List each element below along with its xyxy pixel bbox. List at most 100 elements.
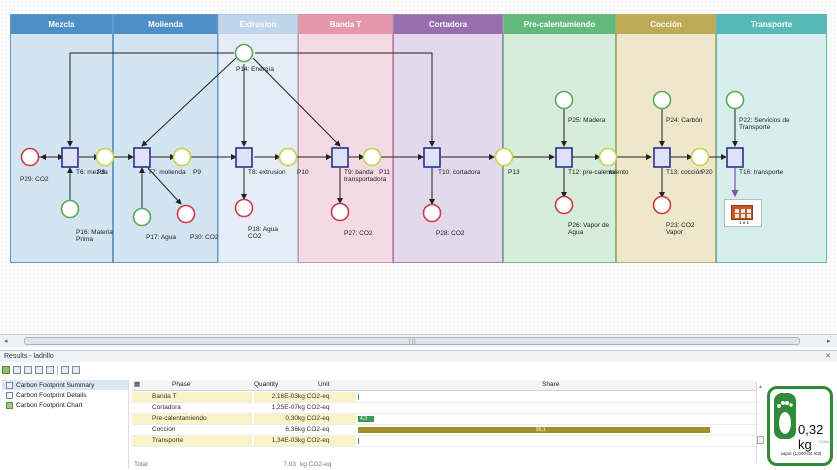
cell-phase: Pre-calentamiendo <box>132 414 252 424</box>
transition-t9[interactable] <box>331 147 349 168</box>
place-p27[interactable] <box>330 202 350 222</box>
place-p25[interactable] <box>554 90 574 110</box>
table-row[interactable]: Transporte 1,34E-03 kg CO2-eq <box>132 436 757 447</box>
label-p25: P25: Madera <box>568 117 606 124</box>
place-p11[interactable] <box>362 147 382 167</box>
scroll-right-icon[interactable]: ▸ <box>827 337 831 345</box>
share-label: 95,1 <box>535 427 546 433</box>
filter-icon[interactable] <box>46 366 54 374</box>
percent-icon[interactable] <box>61 366 69 374</box>
scroll-left-icon[interactable]: ◂ <box>4 337 8 345</box>
toolbar-divider <box>57 365 58 375</box>
cell-quantity: 0,30 <box>254 414 298 424</box>
label-p18: P18: Agua CO2 <box>248 226 278 241</box>
place-p8[interactable] <box>95 147 115 167</box>
close-icon[interactable]: ✕ <box>825 351 831 363</box>
place-p20[interactable] <box>690 147 710 167</box>
label-p8: P8 <box>97 169 105 176</box>
transition-t6[interactable] <box>61 147 79 168</box>
table-row[interactable]: Cortadora 1,25E-07 kg CO2-eq <box>132 403 757 414</box>
label-line: Vapor <box>666 229 683 237</box>
petri-net-graph[interactable] <box>0 0 837 335</box>
copy-icon[interactable] <box>13 366 21 374</box>
label-line: Agua <box>568 229 584 237</box>
carbon-footprint-badge: 0,32 kg CO2eq vapor (1,000-04 m3) <box>767 386 833 466</box>
share-bar: 4,3 <box>358 416 374 422</box>
label-t7: T7: molienda <box>148 169 186 176</box>
table-vertical-scrollbar[interactable]: ▲ <box>756 382 765 462</box>
place-p22[interactable] <box>725 90 745 110</box>
brick-label: 1 a 1 <box>739 220 750 225</box>
transition-t7[interactable] <box>133 147 151 168</box>
petri-net-canvas[interactable]: Mezcla Molienda Extrusion Banda T Cortadora P… <box>0 0 837 335</box>
table-row[interactable]: Cocción 6,36 kg CO2-eq 95,1 <box>132 425 757 436</box>
transition-t8[interactable] <box>235 147 253 168</box>
header-quantity[interactable]: Quantity <box>254 380 298 390</box>
cell-unit: kg CO2-eq <box>298 392 356 402</box>
scroll-up-icon[interactable]: ▲ <box>758 384 763 390</box>
label-p_overlap: miento <box>609 169 629 176</box>
tree-item-details[interactable]: Carbon Footprint Details <box>2 390 128 400</box>
cell-phase: Cortadora <box>152 404 181 411</box>
footprint-icon <box>774 393 796 439</box>
tree-item-chart[interactable]: Carbon Footprint Chart <box>2 400 128 410</box>
label-p16: P16: Materia Prima <box>76 229 113 244</box>
scrollbar-thumb[interactable]: ||| <box>24 337 800 345</box>
place-p23[interactable] <box>652 195 672 215</box>
share-label: 4,3 <box>360 416 367 422</box>
table-row[interactable]: Pre-calentamiendo 0,30 kg CO2-eq 4,3 <box>132 414 757 425</box>
label-p23: P23: CO2 Vapor <box>666 222 695 237</box>
table-icon[interactable] <box>24 366 32 374</box>
share-bar: 95,1 <box>358 427 710 433</box>
results-panel-title: Results - ladrillo ✕ <box>0 350 837 362</box>
brick-product-icon[interactable]: 1 a 1 <box>724 199 762 227</box>
footprint-value: 0,32 kg <box>798 422 824 452</box>
transition-t10[interactable] <box>423 147 441 168</box>
cell-quantity: 2,16E-03 <box>254 392 298 402</box>
export-icon[interactable] <box>2 366 10 374</box>
scroll-down-icon[interactable] <box>757 436 764 444</box>
label-t8: T8: extrusion <box>248 169 286 176</box>
cell-quantity: 1,34E-03 <box>254 436 298 446</box>
tree-item-label: Carbon Footprint Summary <box>16 381 95 389</box>
transition-t16[interactable] <box>726 147 744 168</box>
transition-t12[interactable] <box>555 147 573 168</box>
place-p13[interactable] <box>494 147 514 167</box>
grid-icon[interactable] <box>35 366 43 374</box>
options-icon[interactable] <box>72 366 80 374</box>
place-p10[interactable] <box>278 147 298 167</box>
carbon-footprint-table: ▦ Phase Quantity Unit Share Total 7,03 k… <box>132 380 757 469</box>
place-p29[interactable] <box>20 147 40 167</box>
place-p14[interactable] <box>234 43 254 63</box>
header-phase[interactable]: Phase <box>172 380 252 390</box>
tree-item-summary[interactable]: Carbon Footprint Summary <box>2 380 128 390</box>
place-p28[interactable] <box>422 203 442 223</box>
place-p26[interactable] <box>554 195 574 215</box>
place-p24[interactable] <box>652 90 672 110</box>
header-share[interactable]: Share <box>542 380 582 390</box>
label-p29: P29: CO2 <box>20 176 49 183</box>
label-line: P23: CO2 <box>666 222 695 229</box>
label-p27: P27: CO2 <box>344 230 373 237</box>
horizontal-scrollbar[interactable]: ◂ ||| ▸ <box>0 334 837 347</box>
label-line: P26: Vapor de <box>568 222 610 229</box>
cell-unit: kg CO2-eq <box>298 426 330 433</box>
table-settings-icon[interactable]: ▦ <box>134 380 146 390</box>
place-p_mid[interactable] <box>598 147 618 167</box>
label-line: P18: Agua <box>248 226 278 233</box>
place-p18[interactable] <box>234 198 254 218</box>
place-p17[interactable] <box>132 207 152 227</box>
place-p30[interactable] <box>176 204 196 224</box>
results-toolbar <box>2 364 80 376</box>
table-header: ▦ Phase Quantity Unit Share <box>132 380 757 391</box>
footprint-unit: CO2eq <box>819 439 832 444</box>
flow-arcs <box>38 52 738 209</box>
details-icon <box>6 391 13 399</box>
place-p9[interactable] <box>172 147 192 167</box>
transition-t13[interactable] <box>653 147 671 168</box>
label-t16: T16: transporte <box>739 169 784 176</box>
place-p16[interactable] <box>60 199 80 219</box>
table-row[interactable]: Banda T 2,16E-03 kg CO2-eq <box>132 392 757 403</box>
header-unit[interactable]: Unit <box>318 380 358 390</box>
label-line: P22: Servicios de <box>739 117 790 124</box>
